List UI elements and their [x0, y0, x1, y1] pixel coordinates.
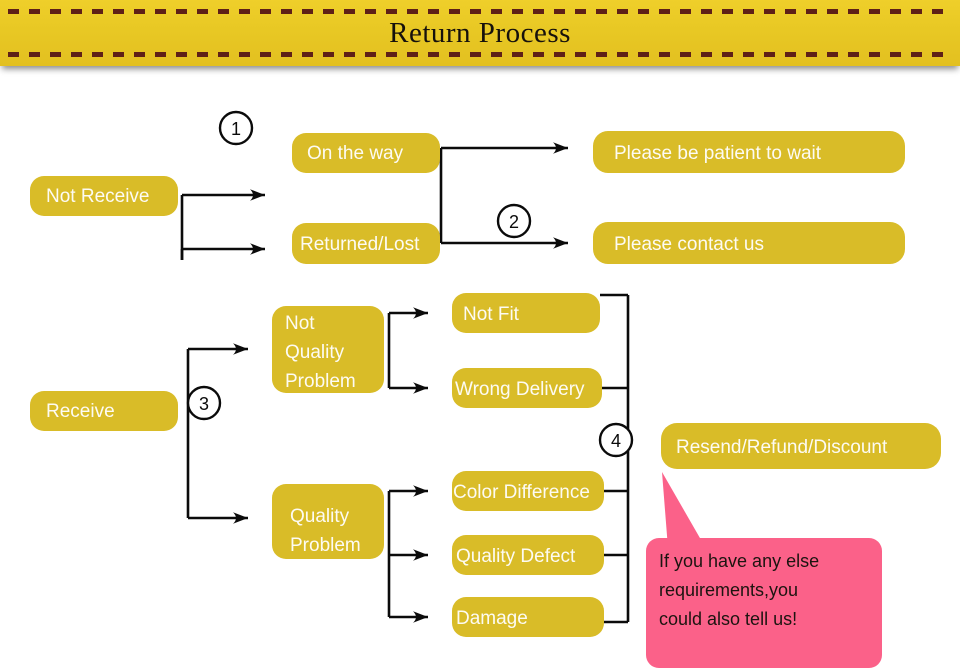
- node-please-contact-us-label: Please contact us: [614, 234, 764, 255]
- node-returned-lost-label: Returned/Lost: [300, 234, 420, 255]
- node-damage-label: Damage: [456, 608, 528, 629]
- node-not-quality-problem-label-line2: Quality: [285, 342, 345, 363]
- node-not-quality-problem[interactable]: Not Quality Problem: [272, 306, 384, 393]
- step-marker-2-label: 2: [509, 212, 519, 232]
- node-not-receive[interactable]: Not Receive: [30, 176, 178, 216]
- node-receive-label: Receive: [46, 401, 115, 422]
- node-quality-problem-label-line1: Quality: [290, 506, 350, 527]
- callout-bubble-line-1: If you have any else: [659, 551, 819, 571]
- callout-bubble-line-2: requirements,you: [659, 580, 798, 600]
- node-on-the-way[interactable]: On the way: [292, 133, 440, 173]
- step-marker-2: 2: [496, 203, 532, 239]
- page-banner: Return Process: [0, 0, 960, 66]
- step-marker-4-label: 4: [611, 431, 621, 451]
- node-damage[interactable]: Damage: [452, 597, 604, 637]
- node-wrong-delivery-label: Wrong Delivery: [455, 379, 585, 400]
- node-please-be-patient[interactable]: Please be patient to wait: [593, 131, 905, 173]
- node-not-receive-label: Not Receive: [46, 186, 150, 207]
- node-please-be-patient-label: Please be patient to wait: [614, 143, 822, 164]
- connector-reasons-collector: [600, 293, 630, 624]
- node-resend-refund-discount[interactable]: Resend/Refund/Discount: [661, 423, 941, 469]
- return-process-flowchart: Not Receive On the way Returned/Lost Ple…: [30, 110, 941, 668]
- node-quality-problem[interactable]: Quality Problem: [272, 484, 384, 559]
- node-color-difference-label: Color Difference: [453, 482, 590, 503]
- connector-receive-split: [186, 343, 248, 524]
- step-marker-3-label: 3: [199, 394, 209, 414]
- node-quality-defect[interactable]: Quality Defect: [452, 535, 604, 575]
- node-resend-refund-discount-label: Resend/Refund/Discount: [676, 437, 888, 458]
- callout-bubble: If you have any else requirements,you co…: [646, 472, 882, 668]
- node-quality-defect-label: Quality Defect: [456, 546, 576, 567]
- connector-quality-split: [387, 485, 428, 623]
- node-wrong-delivery[interactable]: Wrong Delivery: [452, 368, 602, 408]
- node-not-quality-problem-label-line1: Not: [285, 313, 315, 334]
- node-receive[interactable]: Receive: [30, 391, 178, 431]
- step-marker-1-label: 1: [231, 119, 241, 139]
- page-title: Return Process: [389, 17, 571, 49]
- node-color-difference[interactable]: Color Difference: [452, 471, 604, 511]
- callout-bubble-line-3: could also tell us!: [659, 609, 797, 629]
- step-marker-3: 3: [186, 385, 222, 421]
- node-not-fit-label: Not Fit: [463, 304, 520, 325]
- node-not-fit[interactable]: Not Fit: [452, 293, 600, 333]
- connector-not-quality-split: [387, 307, 428, 394]
- node-quality-problem-label-line2: Problem: [290, 535, 361, 556]
- step-marker-1: 1: [218, 110, 254, 146]
- connector-not-receive-split: [180, 189, 265, 260]
- node-returned-lost[interactable]: Returned/Lost: [292, 223, 440, 264]
- node-not-quality-problem-label-line3: Problem: [285, 371, 356, 392]
- node-please-contact-us[interactable]: Please contact us: [593, 222, 905, 264]
- step-marker-4: 4: [598, 422, 634, 458]
- banner-dashed-border-bottom: [8, 52, 952, 57]
- node-on-the-way-label: On the way: [307, 143, 404, 164]
